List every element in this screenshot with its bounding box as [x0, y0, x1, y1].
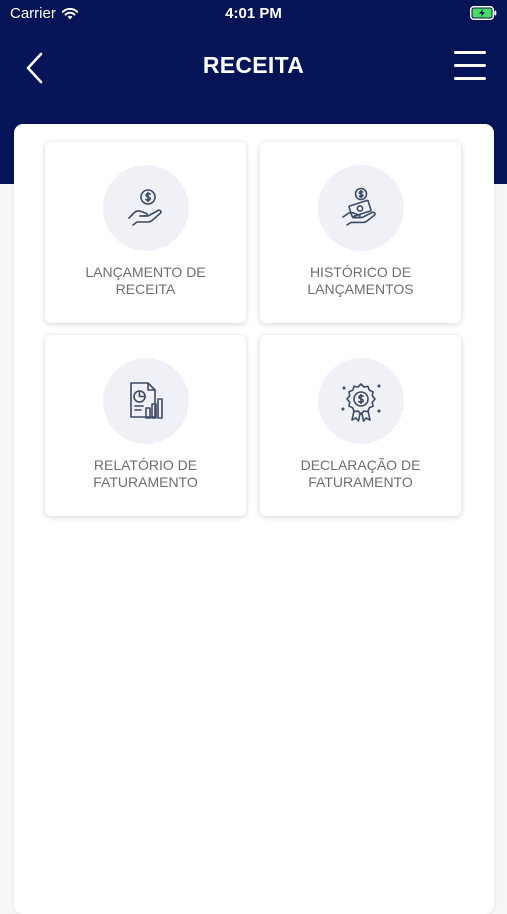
card-label: HISTÓRICO DE LANÇAMENTOS	[307, 264, 414, 297]
status-bar: Carrier 4:01 PM	[0, 0, 507, 28]
card-declaracao-faturamento[interactable]: DECLARAÇÃO DE FATURAMENTO	[260, 335, 461, 516]
icon-circle	[318, 165, 404, 251]
card-lancamento-receita[interactable]: LANÇAMENTO DE RECEITA	[45, 142, 246, 323]
hand-coin-icon	[128, 189, 162, 226]
report-chart-icon	[130, 382, 163, 419]
card-label: DECLARAÇÃO DE FATURAMENTO	[300, 457, 421, 490]
status-time: 4:01 PM	[225, 5, 282, 22]
card-relatorio-faturamento[interactable]: RELATÓRIO DE FATURAMENTO	[45, 335, 246, 516]
money-history-icon	[342, 187, 376, 226]
hamburger-menu-icon	[454, 51, 486, 80]
award-badge-icon	[341, 383, 381, 422]
card-label: LANÇAMENTO DE RECEITA	[85, 264, 206, 297]
icon-circle	[318, 358, 404, 444]
card-label: RELATÓRIO DE FATURAMENTO	[93, 457, 198, 490]
icon-circle	[103, 165, 189, 251]
battery-icon	[470, 6, 497, 24]
page-title: RECEITA	[202, 52, 305, 78]
content-panel: LANÇAMENTO DE RECEITA HISTÓRICO DE LANÇA…	[14, 124, 494, 914]
icon-circle	[103, 358, 189, 444]
nav-bar: RECEITA	[0, 40, 507, 94]
card-historico-lancamentos[interactable]: HISTÓRICO DE LANÇAMENTOS	[260, 142, 461, 323]
menu-button[interactable]	[453, 48, 487, 84]
